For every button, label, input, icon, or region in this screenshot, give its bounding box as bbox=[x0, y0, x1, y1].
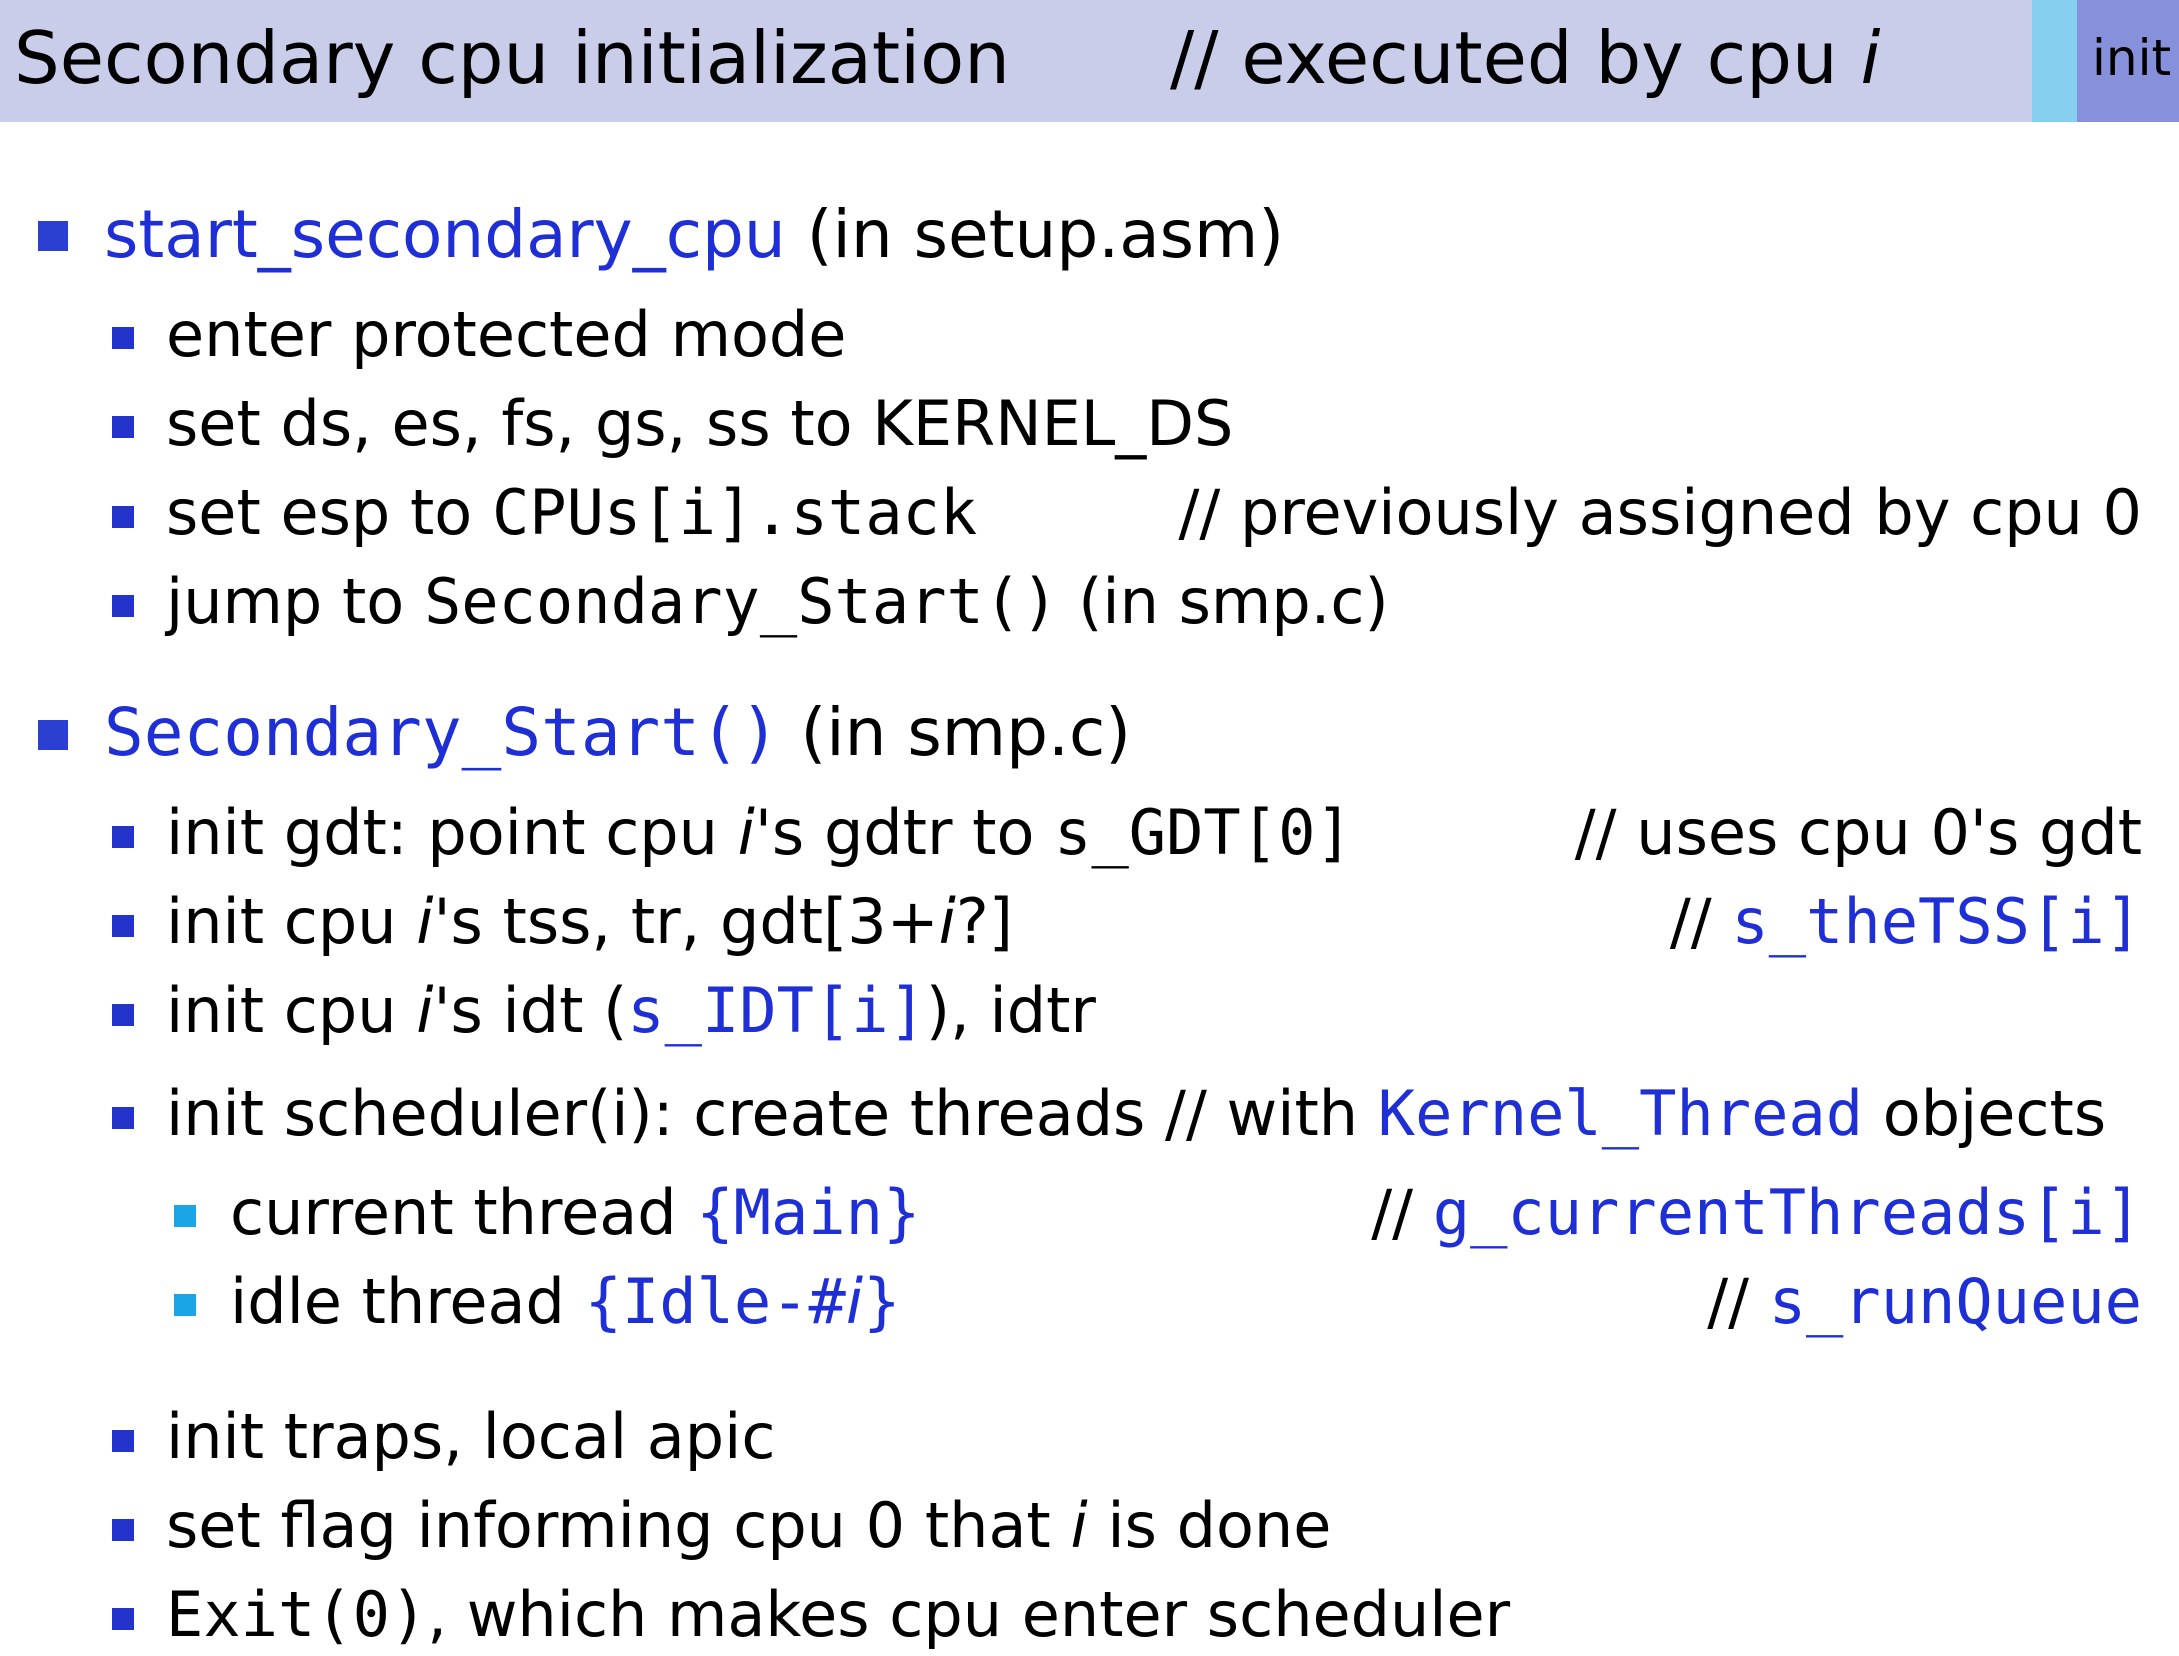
section-bullet bbox=[38, 720, 68, 750]
item-text: jump to bbox=[166, 565, 424, 638]
item-bullet bbox=[112, 1107, 134, 1129]
list-item: init cpu i's idt (s_IDT[i]), idtr bbox=[166, 972, 1096, 1050]
item-var: i bbox=[938, 885, 956, 958]
item-bullet bbox=[112, 1519, 134, 1541]
item-text: init scheduler(i): create threads // wit… bbox=[166, 1077, 1378, 1150]
item-bullet bbox=[112, 826, 134, 848]
item-text: init cpu bbox=[166, 885, 417, 958]
comment-code: s_theTSS[i] bbox=[1731, 885, 2142, 958]
item-code: s_GDT[0] bbox=[1054, 796, 1353, 869]
comment-prefix: // bbox=[1669, 885, 1732, 958]
slide-title: Secondary cpu initialization bbox=[14, 16, 1010, 100]
item-bullet bbox=[112, 506, 134, 528]
comment-code: g_currentThreads[i] bbox=[1432, 1176, 2142, 1249]
subitem-bullet bbox=[174, 1294, 196, 1316]
item-comment: // previously assigned by cpu 0 bbox=[1178, 476, 2142, 549]
item-comment: // uses cpu 0's gdt bbox=[1574, 796, 2142, 869]
item-code: Secondary_Start() bbox=[423, 565, 1059, 638]
item-text: idle thread bbox=[230, 1265, 585, 1338]
item-code: {Main} bbox=[696, 1176, 921, 1249]
header-comment: // executed by cpu i bbox=[1170, 8, 1880, 108]
item-text-mid: 's tss, tr, gdt[3+ bbox=[433, 885, 939, 958]
item-comment: // s_theTSS[i] bbox=[1670, 883, 2142, 961]
section-bullet bbox=[38, 221, 68, 251]
item-code: CPUs[i].stack bbox=[491, 476, 978, 549]
item-bullet bbox=[112, 1430, 134, 1452]
heading-code: start_secondary_cpu bbox=[104, 196, 786, 273]
header-comment-var: i bbox=[1860, 16, 1881, 100]
list-item: init scheduler(i): create threads // wit… bbox=[166, 1075, 2106, 1153]
item-text: set flag informing cpu 0 that bbox=[166, 1489, 1071, 1562]
list-item: set esp to CPUs[i].stack bbox=[166, 474, 977, 552]
item-text-post: , which makes cpu enter scheduler bbox=[427, 1578, 1511, 1651]
item-bullet bbox=[112, 595, 134, 617]
list-item: jump to Secondary_Start() (in smp.c) bbox=[166, 563, 1389, 641]
list-item: set flag informing cpu 0 that i is done bbox=[166, 1487, 1331, 1565]
item-bullet bbox=[112, 1608, 134, 1630]
item-code: {Idle-# bbox=[584, 1265, 846, 1338]
comment-prefix: // bbox=[1371, 1176, 1433, 1249]
item-bullet bbox=[112, 416, 134, 438]
heading-rest: (in setup.asm) bbox=[785, 196, 1285, 273]
sub-list-item: current thread {Main} bbox=[230, 1174, 920, 1252]
item-bullet bbox=[112, 915, 134, 937]
item-text-mid: 's gdtr to bbox=[754, 796, 1055, 869]
item-var: i bbox=[1070, 1489, 1088, 1562]
item-bullet bbox=[112, 1004, 134, 1026]
item-var: i bbox=[416, 885, 434, 958]
item-var: i bbox=[737, 796, 755, 869]
item-text: set esp to bbox=[166, 476, 492, 549]
item-var: i bbox=[845, 1265, 864, 1338]
item-code: s_IDT[i] bbox=[627, 974, 926, 1047]
section-heading: start_secondary_cpu (in setup.asm) bbox=[104, 196, 1284, 274]
item-text-post: ), idtr bbox=[925, 974, 1096, 1047]
item-text: init cpu bbox=[166, 974, 417, 1047]
item-text-mid: 's idt ( bbox=[433, 974, 628, 1047]
item-text-post: objects bbox=[1863, 1077, 2107, 1150]
section-tab-label[interactable]: init bbox=[2092, 28, 2171, 88]
list-item: set ds, es, fs, gs, ss to KERNEL_DS bbox=[166, 387, 1234, 460]
item-code: Exit(0) bbox=[166, 1578, 428, 1651]
item-text: current thread bbox=[230, 1176, 697, 1249]
item-comment: // s_runQueue bbox=[1707, 1263, 2142, 1341]
item-code: } bbox=[863, 1265, 901, 1338]
list-item: enter protected mode bbox=[166, 298, 847, 371]
sub-list-item: idle thread {Idle-#i} bbox=[230, 1263, 900, 1341]
item-text-post: is done bbox=[1087, 1489, 1332, 1562]
list-item: init traps, local apic bbox=[166, 1400, 776, 1473]
list-item: Exit(0), which makes cpu enter scheduler bbox=[166, 1576, 1510, 1654]
comment-prefix: // bbox=[1707, 1265, 1769, 1338]
heading-rest: (in smp.c) bbox=[779, 694, 1131, 771]
heading-code: Secondary_Start() bbox=[104, 694, 780, 771]
item-code: Kernel_Thread bbox=[1377, 1077, 1864, 1150]
list-item: init cpu i's tss, tr, gdt[3+i?] bbox=[166, 883, 1013, 961]
header-comment-text: // executed by cpu bbox=[1170, 16, 1861, 100]
item-bullet bbox=[112, 327, 134, 349]
subitem-bullet bbox=[174, 1205, 196, 1227]
item-text-post: ?] bbox=[955, 885, 1013, 958]
list-item: init gdt: point cpu i's gdtr to s_GDT[0] bbox=[166, 794, 1353, 872]
slide-header: Secondary cpu initialization // executed… bbox=[0, 0, 2179, 122]
section-heading: Secondary_Start() (in smp.c) bbox=[104, 694, 1131, 772]
item-var: i bbox=[416, 974, 434, 1047]
item-text-post: (in smp.c) bbox=[1058, 565, 1389, 638]
section-tab-marker bbox=[2032, 0, 2077, 122]
item-text: init gdt: point cpu bbox=[166, 796, 738, 869]
comment-code: s_runQueue bbox=[1768, 1265, 2142, 1338]
item-comment: // g_currentThreads[i] bbox=[1371, 1174, 2142, 1252]
